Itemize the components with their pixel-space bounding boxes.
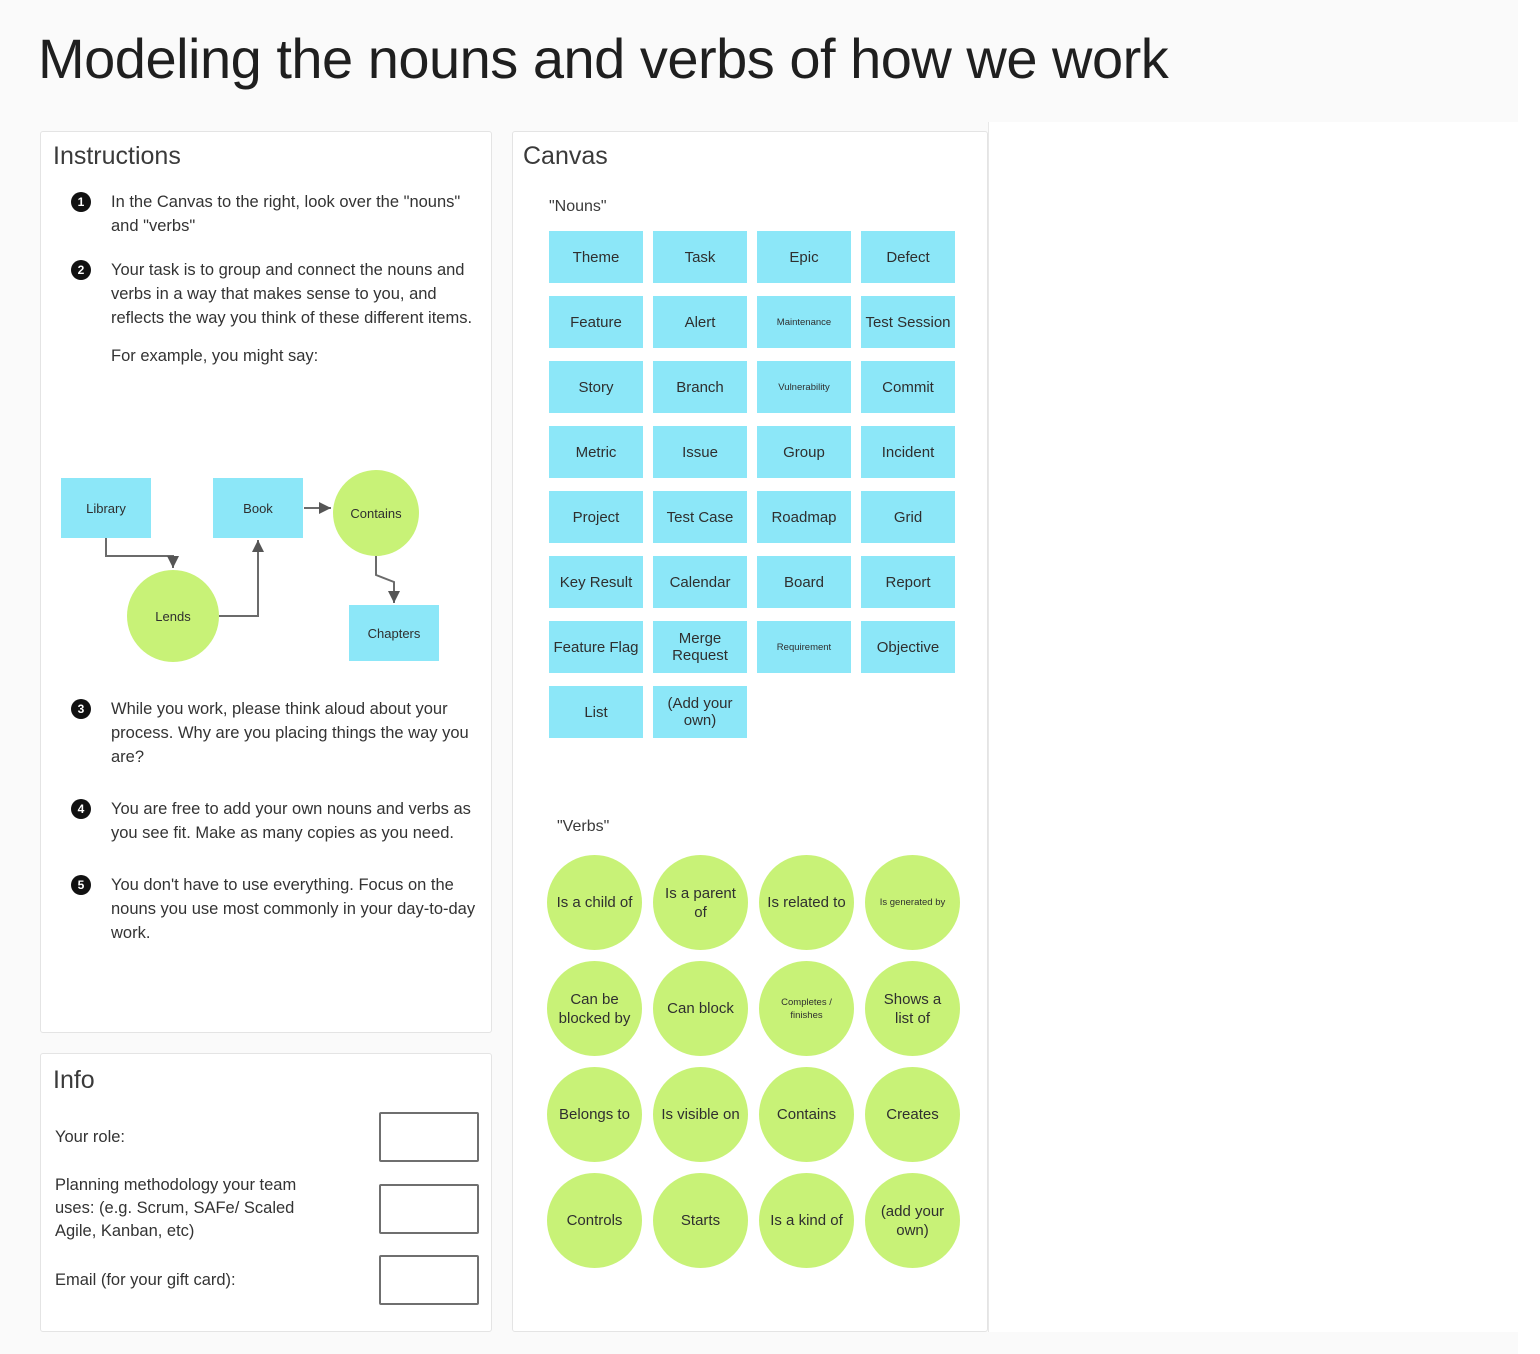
noun-card[interactable]: Branch (653, 361, 747, 413)
role-label: Your role: (55, 1127, 126, 1146)
noun-card[interactable]: Grid (861, 491, 955, 543)
step-number-badge: 1 (71, 192, 91, 212)
noun-card[interactable]: Issue (653, 426, 747, 478)
example-node-book[interactable]: Book (213, 478, 303, 538)
example-node-lends[interactable]: Lends (127, 570, 219, 662)
noun-card[interactable]: List (549, 686, 643, 738)
email-label: Email (for your gift card): (55, 1270, 236, 1289)
verbs-section-label: "Verbs" (557, 818, 610, 835)
methodology-input[interactable] (379, 1183, 479, 1234)
edge-contains-chapters (375, 556, 400, 603)
nouns-section-label: "Nouns" (549, 198, 607, 215)
instruction-step-1: 1 In the Canvas to the right, look over … (53, 190, 483, 238)
bottom-strip (0, 1332, 1540, 1354)
verb-card[interactable]: Is a child of (547, 855, 642, 950)
noun-card[interactable]: Metric (549, 426, 643, 478)
info-row-methodology: Planning methodology your team uses: (e.… (55, 1174, 479, 1243)
verb-card[interactable]: Belongs to (547, 1067, 642, 1162)
noun-card[interactable]: Board (757, 556, 851, 608)
verbs-grid: Is a child of Is a parent of Is related to… (547, 855, 961, 1268)
info-fields: Your role: Planning methodology your tea… (55, 1112, 479, 1317)
instructions-panel: Instructions 1 In the Canvas to the righ… (40, 131, 492, 1033)
example-node-chapters[interactable]: Chapters (349, 605, 439, 661)
instruction-step-text: While you work, please think aloud about… (111, 700, 469, 766)
noun-card[interactable]: Epic (757, 231, 851, 283)
verb-card[interactable]: Creates (865, 1067, 960, 1162)
info-row-role: Your role: (55, 1112, 479, 1162)
instruction-step-text: Your task is to group and connect the no… (111, 261, 473, 327)
noun-card[interactable]: Maintenance (757, 296, 851, 348)
instructions-list-continued: 3 While you work, please think aloud abo… (53, 697, 483, 965)
info-panel-title: Info (53, 1066, 95, 1094)
example-node-library[interactable]: Library (61, 478, 151, 538)
noun-card[interactable]: Commit (861, 361, 955, 413)
example-diagram: Library Book Contains Lends Chapters (61, 470, 481, 670)
instructions-panel-title: Instructions (53, 142, 181, 170)
noun-card[interactable]: Test Session (861, 296, 955, 348)
noun-card[interactable]: Test Case (653, 491, 747, 543)
noun-card[interactable]: Feature (549, 296, 643, 348)
noun-card[interactable]: Vulnerability (757, 361, 851, 413)
noun-card[interactable]: Alert (653, 296, 747, 348)
edge-library-lends (105, 538, 179, 568)
verb-card[interactable]: Can be blocked by (547, 961, 642, 1056)
instruction-step-text: In the Canvas to the right, look over th… (111, 193, 461, 235)
verb-card[interactable]: Is a kind of (759, 1173, 854, 1268)
instruction-step-5: 5 You don't have to use everything. Focu… (53, 873, 483, 945)
verb-card[interactable]: Is related to (759, 855, 854, 950)
noun-card[interactable]: Task (653, 231, 747, 283)
noun-card[interactable]: Project (549, 491, 643, 543)
verb-card[interactable]: Controls (547, 1173, 642, 1268)
noun-card[interactable]: Incident (861, 426, 955, 478)
noun-card[interactable]: Report (861, 556, 955, 608)
noun-card[interactable]: Objective (861, 621, 955, 673)
instruction-step-2: 2 Your task is to group and connect the … (53, 258, 483, 330)
methodology-label: Planning methodology your team uses: (e.… (55, 1176, 297, 1240)
noun-card[interactable]: Feature Flag (549, 621, 643, 673)
example-intro-text: For example, you might say: (111, 347, 319, 365)
noun-card[interactable]: Key Result (549, 556, 643, 608)
step-number-badge: 5 (71, 875, 91, 895)
noun-card[interactable]: Group (757, 426, 851, 478)
nouns-grid: Theme Task Epic Defect Feature Alert Maintenan… (549, 231, 961, 738)
verb-card[interactable]: Contains (759, 1067, 854, 1162)
step-number-badge: 2 (71, 260, 91, 280)
page-header: Modeling the nouns and verbs of how we w… (0, 0, 1518, 122)
verb-card[interactable]: Is a parent of (653, 855, 748, 950)
noun-card[interactable]: Calendar (653, 556, 747, 608)
noun-card[interactable]: Defect (861, 231, 955, 283)
info-panel: Info Your role: Planning methodology you… (40, 1053, 492, 1332)
noun-card[interactable]: Requirement (757, 621, 851, 673)
canvas-panel[interactable]: Canvas "Nouns" Theme Task Epic Defect Featur… (512, 131, 988, 1332)
instruction-step-4: 4 You are free to add your own nouns and… (53, 797, 483, 845)
noun-card[interactable]: (Add your own) (653, 686, 747, 738)
verb-card[interactable]: Is generated by (865, 855, 960, 950)
role-input[interactable] (379, 1112, 479, 1162)
instruction-step-text: You are free to add your own nouns and v… (111, 800, 471, 842)
verb-card[interactable]: Completes / finishes (759, 961, 854, 1056)
step-number-badge: 3 (71, 699, 91, 719)
instructions-list: 1 In the Canvas to the right, look over … (53, 190, 483, 376)
info-row-email: Email (for your gift card): (55, 1255, 479, 1305)
noun-card[interactable]: Roadmap (757, 491, 851, 543)
page-title: Modeling the nouns and verbs of how we w… (38, 27, 1169, 90)
email-input[interactable] (379, 1255, 479, 1305)
edge-lends-book (219, 540, 264, 617)
canvas-panel-title: Canvas (523, 142, 608, 170)
empty-work-area[interactable] (988, 122, 1518, 1332)
verb-card[interactable]: Is visible on (653, 1067, 748, 1162)
noun-card[interactable]: Theme (549, 231, 643, 283)
verb-card[interactable]: Shows a list of (865, 961, 960, 1056)
noun-card[interactable]: Story (549, 361, 643, 413)
verb-card[interactable]: Starts (653, 1173, 748, 1268)
verb-card[interactable]: Can block (653, 961, 748, 1056)
step-number-badge: 4 (71, 799, 91, 819)
noun-card[interactable]: Merge Request (653, 621, 747, 673)
instruction-step-text: You don't have to use everything. Focus … (111, 876, 476, 942)
right-strip (1518, 0, 1540, 1354)
instruction-step-3: 3 While you work, please think aloud abo… (53, 697, 483, 769)
verb-card[interactable]: (add your own) (865, 1173, 960, 1268)
example-node-contains[interactable]: Contains (333, 470, 419, 556)
